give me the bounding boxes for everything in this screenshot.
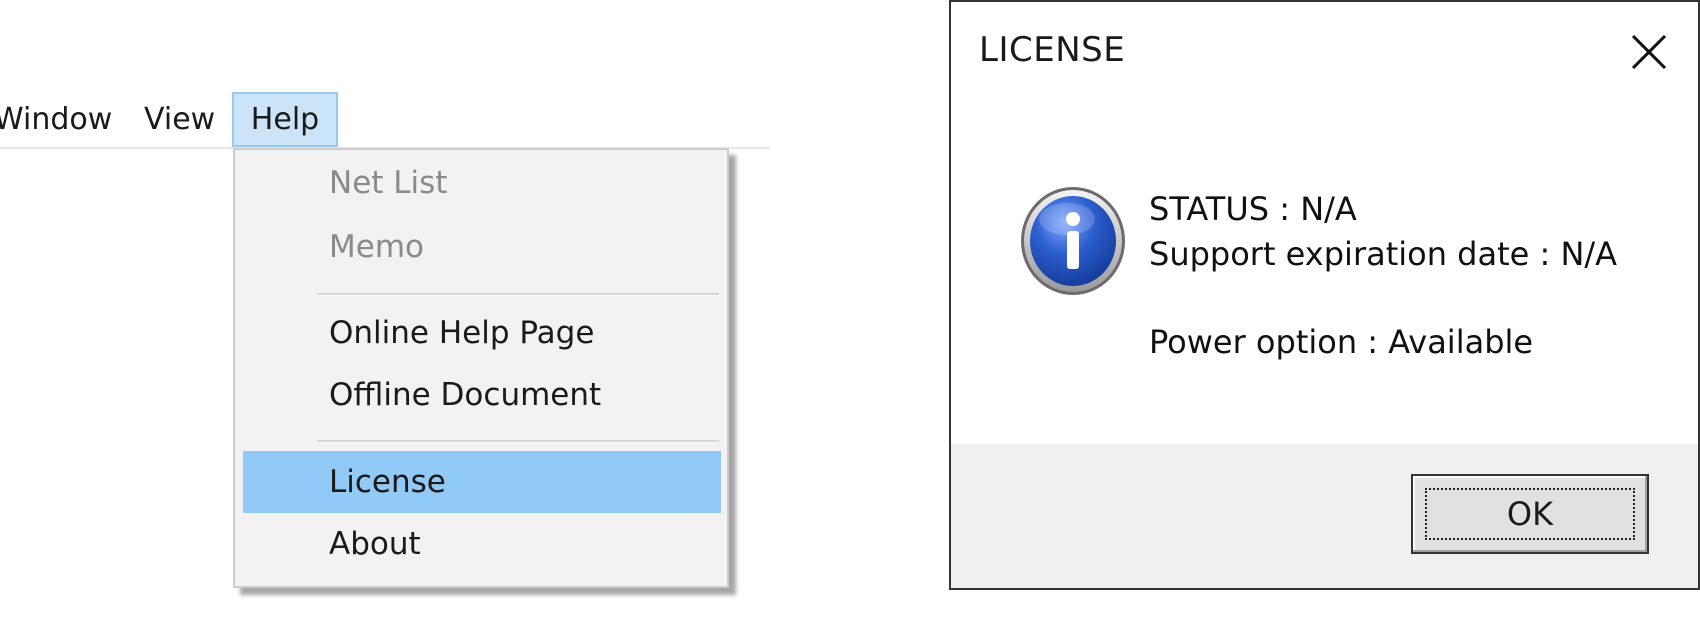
license-dialog: LICENSE STATUS: N/A Support expiration … [949, 0, 1700, 590]
help-dropdown-menu: Net List Memo Online Help Page Offline D… [233, 148, 729, 588]
ok-button-label: OK [1506, 495, 1554, 533]
menu-item-online-help-page[interactable]: Online Help Page [243, 302, 721, 364]
menu-item-net-list[interactable]: Net List [243, 152, 721, 214]
menu-window[interactable]: Window [0, 92, 112, 147]
menu-item-offline-document[interactable]: Offline Document [243, 364, 721, 426]
ok-button[interactable]: OK [1411, 474, 1649, 554]
support-expiration-text: Support expiration date : N/A [1149, 235, 1618, 273]
info-icon [1019, 185, 1127, 297]
menu-view[interactable]: View [144, 92, 215, 147]
menu-help[interactable]: Help [232, 92, 338, 147]
dialog-title: LICENSE [979, 30, 1126, 70]
menu-separator [317, 440, 719, 443]
power-option-text: Power option : Available [1149, 323, 1534, 361]
license-status-text: STATUS : N/A [1149, 190, 1357, 228]
dialog-footer: OK [951, 444, 1698, 588]
close-icon[interactable] [1627, 30, 1671, 74]
menu-item-memo[interactable]: Memo [243, 216, 721, 278]
menu-item-about[interactable]: About [243, 513, 721, 575]
menu-separator [317, 293, 719, 296]
menu-bar: Window View Help [0, 92, 770, 149]
menu-item-license[interactable]: License [243, 451, 721, 513]
